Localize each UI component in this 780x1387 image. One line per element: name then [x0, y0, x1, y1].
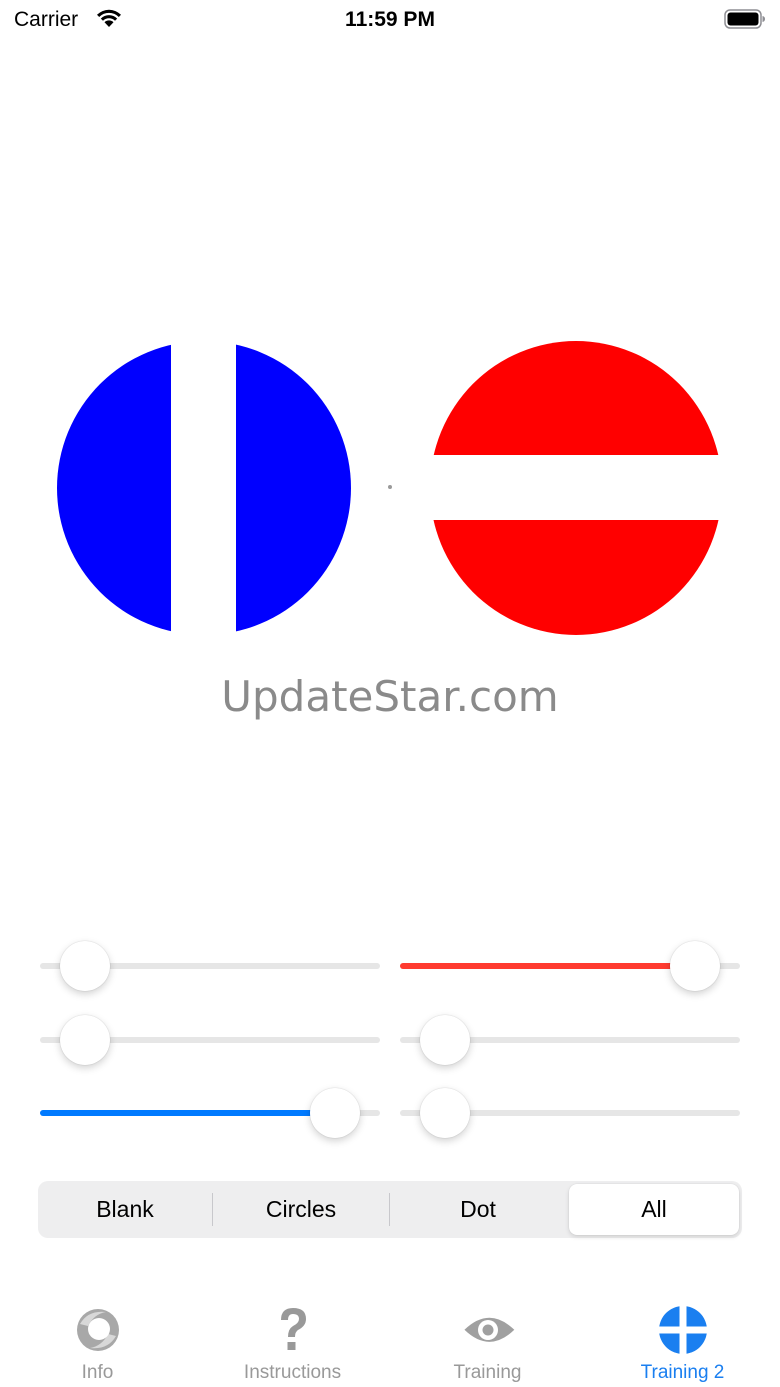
slider-left-3[interactable] [40, 1086, 380, 1140]
fixation-dot [388, 485, 392, 489]
swirl-icon [77, 1309, 119, 1351]
slider-thumb[interactable] [670, 941, 720, 991]
tab-bar: Info Instructions Training Training 2 [0, 1290, 780, 1387]
watermark-text: UpdateStar.com [221, 672, 559, 721]
segment-label: All [641, 1196, 667, 1222]
slider-thumb[interactable] [60, 1015, 110, 1065]
tab-label: Instructions [243, 1362, 342, 1383]
slider-thumb[interactable] [420, 1015, 470, 1065]
blue-grating-circle [57, 341, 351, 635]
slider-right-1[interactable] [400, 939, 740, 993]
crosshair-circle-icon [659, 1306, 707, 1354]
slider-fill [40, 1110, 335, 1116]
red-grating-circle [430, 341, 722, 635]
segment-label: Blank [96, 1196, 154, 1222]
battery-icon [724, 9, 765, 29]
tab-training-2[interactable]: Training 2 [585, 1290, 780, 1387]
segment-label: Dot [460, 1196, 496, 1222]
slider-thumb[interactable] [60, 941, 110, 991]
tab-label: Training 2 [640, 1362, 725, 1383]
slider-left-1[interactable] [40, 939, 380, 993]
slider-left-2[interactable] [40, 1013, 380, 1067]
display-mode-segmented-control: Blank Circles Dot All [38, 1181, 742, 1238]
stimulus-area [0, 330, 780, 650]
slider-fill [400, 963, 695, 969]
eye-icon [464, 1317, 515, 1342]
segment-blank[interactable]: Blank [38, 1181, 212, 1238]
tab-label: Training [453, 1362, 522, 1383]
slider-right-2[interactable] [400, 1013, 740, 1067]
status-bar: Carrier 11:59 PM [0, 0, 780, 40]
status-time: 11:59 PM [345, 8, 435, 31]
slider-thumb[interactable] [420, 1088, 470, 1138]
question-mark-icon [281, 1308, 306, 1350]
segment-circles[interactable]: Circles [213, 1181, 389, 1238]
tab-label: Info [81, 1362, 114, 1383]
tab-info[interactable]: Info [0, 1290, 195, 1387]
tab-instructions[interactable]: Instructions [195, 1290, 390, 1387]
segment-label: Circles [265, 1196, 337, 1222]
segment-dot[interactable]: Dot [390, 1181, 566, 1238]
segment-all[interactable]: All [569, 1184, 739, 1235]
tab-training[interactable]: Training [390, 1290, 585, 1387]
slider-thumb[interactable] [310, 1088, 360, 1138]
slider-right-3[interactable] [400, 1086, 740, 1140]
